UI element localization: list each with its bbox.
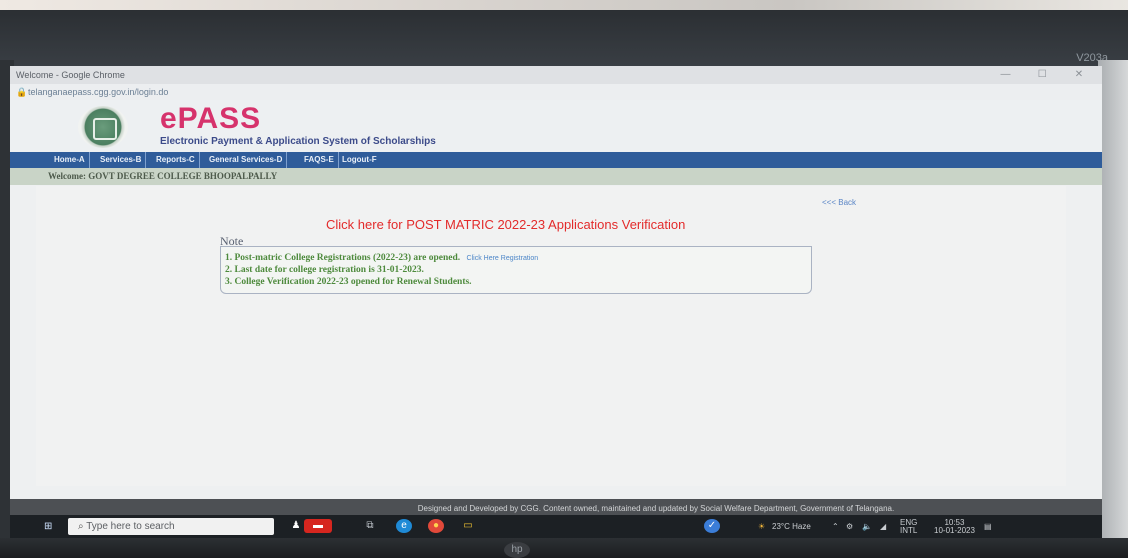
epass-logo-title: ePASS bbox=[160, 102, 262, 135]
close-button[interactable]: ✕ bbox=[1062, 66, 1096, 84]
menu-item-faqs[interactable]: FAQS-E bbox=[300, 152, 339, 168]
main-content: <<< Back Click here for POST MATRIC 2022… bbox=[36, 186, 1066, 486]
telangana-emblem-icon bbox=[78, 106, 128, 148]
welcome-text: Welcome: GOVT DEGREE COLLEGE BHOOPALPALL… bbox=[48, 171, 278, 181]
address-bar[interactable]: 🔒 telanganaepass.cgg.gov.in/login.do bbox=[10, 84, 1102, 100]
registration-link[interactable]: Click Here Registration bbox=[467, 255, 539, 262]
windows-taskbar: ⊞ ⌕ Type here to search ♟ ▬ ⧉ e ● ▭ ✓ ☀ … bbox=[10, 515, 1102, 538]
menu-item-logout[interactable]: Logout-F bbox=[338, 152, 381, 168]
windows-start-icon[interactable]: ⊞ bbox=[44, 522, 54, 532]
hp-logo-icon: hp bbox=[504, 542, 530, 558]
clock-date: 10-01-2023 bbox=[934, 526, 975, 535]
weather-text[interactable]: 23°C Haze bbox=[772, 522, 811, 531]
language-indicator[interactable]: ENG INTL bbox=[900, 519, 917, 535]
menu-item-services[interactable]: Services-B bbox=[96, 152, 147, 168]
edge-icon[interactable]: e bbox=[396, 519, 412, 533]
note-line-3: 3. College Verification 2022-23 opened f… bbox=[225, 277, 472, 287]
language-bottom: INTL bbox=[900, 526, 918, 535]
verification-link[interactable]: Click here for POST MATRIC 2022-23 Appli… bbox=[326, 217, 685, 232]
search-icon: ⌕ bbox=[78, 521, 84, 532]
chevron-up-icon[interactable]: ⌃ bbox=[832, 522, 839, 531]
search-placeholder: Type here to search bbox=[86, 521, 175, 532]
taskbar-search-box[interactable]: ⌕ Type here to search bbox=[68, 518, 274, 535]
maximize-button[interactable]: ☐ bbox=[1025, 66, 1059, 84]
notification-icon[interactable]: ▤ bbox=[984, 522, 992, 531]
settings-tray-icon[interactable]: ⚙ bbox=[846, 522, 853, 531]
menu-item-reports[interactable]: Reports-C bbox=[152, 152, 200, 168]
note-line-1-text: 1. Post-matric College Registrations (20… bbox=[225, 253, 461, 263]
back-link[interactable]: <<< Back bbox=[822, 198, 856, 207]
site-header: ePASS Electronic Payment & Application S… bbox=[10, 100, 1102, 152]
web-page: ePASS Electronic Payment & Application S… bbox=[10, 100, 1102, 534]
tray-app-icon[interactable]: ✓ bbox=[704, 519, 720, 533]
menu-item-home[interactable]: Home-A bbox=[50, 152, 90, 168]
taskbar-pinned-app-icon[interactable]: ▬ bbox=[304, 519, 332, 533]
taskbar-app-icon[interactable]: ♟ bbox=[288, 519, 304, 533]
url-text[interactable]: telanganaepass.cgg.gov.in/login.do bbox=[28, 84, 168, 100]
footer-text: Designed and Developed by CGG. Content o… bbox=[417, 504, 895, 513]
menu-item-general-services[interactable]: General Services-D bbox=[205, 152, 288, 168]
note-line-1: 1. Post-matric College Registrations (20… bbox=[225, 253, 538, 263]
main-menu: Home-A Services-B Reports-C General Serv… bbox=[10, 152, 1102, 168]
window-controls: — ☐ ✕ bbox=[988, 66, 1096, 84]
task-view-icon[interactable]: ⧉ bbox=[362, 519, 378, 533]
monitor-bezel-right bbox=[1098, 60, 1128, 538]
clock[interactable]: 10:53 10-01-2023 bbox=[934, 519, 975, 535]
window-titlebar: Welcome - Google Chrome — ☐ ✕ bbox=[10, 66, 1102, 84]
chrome-icon[interactable]: ● bbox=[428, 519, 444, 533]
chrome-window: Welcome - Google Chrome — ☐ ✕ 🔒 telangan… bbox=[10, 66, 1102, 534]
weather-icon: ☀ bbox=[758, 522, 766, 531]
note-box: 1. Post-matric College Registrations (20… bbox=[220, 246, 812, 294]
speaker-icon[interactable]: 🔈 bbox=[862, 522, 872, 531]
welcome-bar: Welcome: GOVT DEGREE COLLEGE BHOOPALPALL… bbox=[10, 168, 1102, 185]
epass-logo-subtitle: Electronic Payment & Application System … bbox=[160, 136, 436, 147]
system-tray: ☀ 23°C Haze ⌃ ⚙ 🔈 ◢ ENG INTL 10:53 10-01… bbox=[758, 517, 1088, 536]
monitor-bezel-bottom bbox=[0, 538, 1128, 558]
note-line-2: 2. Last date for college registration is… bbox=[225, 265, 424, 275]
monitor-bezel-top: V203a bbox=[0, 10, 1128, 70]
network-icon[interactable]: ◢ bbox=[880, 522, 886, 531]
window-title: Welcome - Google Chrome bbox=[16, 70, 125, 80]
file-explorer-icon[interactable]: ▭ bbox=[460, 519, 476, 533]
minimize-button[interactable]: — bbox=[988, 66, 1022, 84]
lock-icon: 🔒 bbox=[16, 87, 28, 97]
